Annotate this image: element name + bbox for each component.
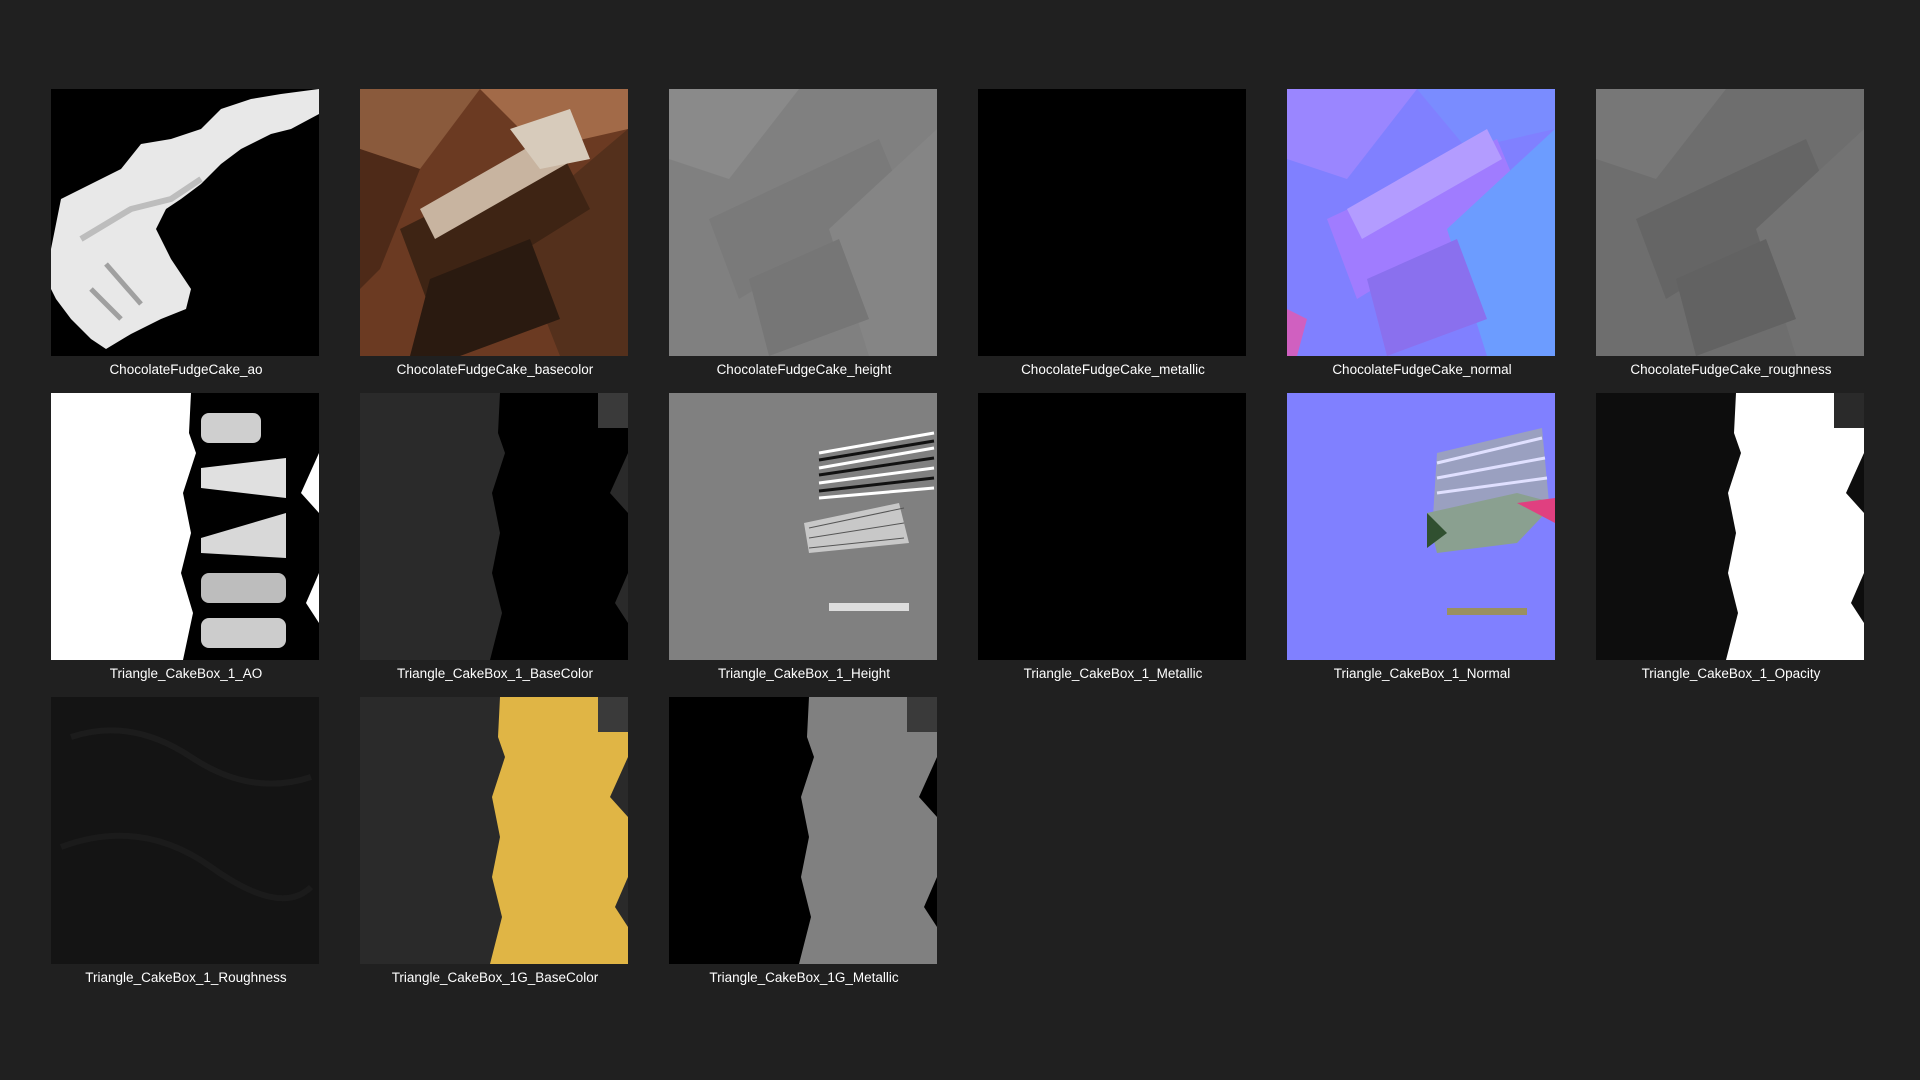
ao-cake-icon (51, 89, 319, 356)
file-tile[interactable]: Triangle_CakeBox_1_Metallic (978, 393, 1288, 688)
file-tile[interactable]: Triangle_CakeBox_1_Height (669, 393, 979, 688)
file-tile[interactable]: Triangle_CakeBox_1G_BaseColor (360, 697, 670, 992)
file-name: ChocolateFudgeCake_basecolor (396, 362, 594, 377)
file-name: Triangle_CakeBox_1_Metallic (1023, 666, 1203, 681)
file-name: Triangle_CakeBox_1G_BaseColor (391, 970, 599, 985)
ao-box-icon (51, 393, 319, 660)
opacity-box-icon (1596, 393, 1864, 660)
metallic-box-icon (978, 393, 1246, 660)
roughness-cake-icon (1596, 89, 1864, 356)
file-name: Triangle_CakeBox_1_Opacity (1641, 666, 1821, 681)
file-tile[interactable]: Triangle_CakeBox_1_Roughness (51, 697, 361, 992)
normal-box-icon (1287, 393, 1555, 660)
file-name: Triangle_CakeBox_1_BaseColor (396, 666, 594, 681)
basecolor-cake-icon (360, 89, 628, 356)
height-cake-icon (669, 89, 937, 356)
roughness-box-icon (51, 697, 319, 964)
file-tile[interactable]: ChocolateFudgeCake_normal (1287, 89, 1597, 384)
file-grid: ChocolateFudgeCake_ao ChocolateFudgeCake… (0, 0, 1920, 1080)
file-tile[interactable]: ChocolateFudgeCake_basecolor (360, 89, 670, 384)
file-name: Triangle_CakeBox_1G_Metallic (709, 970, 899, 985)
metallic-cake-icon (978, 89, 1246, 356)
file-name: ChocolateFudgeCake_metallic (1021, 362, 1205, 377)
file-tile[interactable]: ChocolateFudgeCake_height (669, 89, 979, 384)
file-tile[interactable]: Triangle_CakeBox_1G_Metallic (669, 697, 979, 992)
file-name: ChocolateFudgeCake_ao (109, 362, 263, 377)
file-tile[interactable]: Triangle_CakeBox_1_AO (51, 393, 361, 688)
file-name: ChocolateFudgeCake_roughness (1630, 362, 1832, 377)
normal-cake-icon (1287, 89, 1555, 356)
file-name: Triangle_CakeBox_1_Roughness (85, 970, 287, 985)
file-name: Triangle_CakeBox_1_AO (109, 666, 263, 681)
file-tile[interactable]: Triangle_CakeBox_1_Opacity (1596, 393, 1906, 688)
metallic-box-1g-icon (669, 697, 937, 964)
file-tile[interactable]: Triangle_CakeBox_1_Normal (1287, 393, 1597, 688)
file-tile[interactable]: ChocolateFudgeCake_metallic (978, 89, 1288, 384)
file-name: ChocolateFudgeCake_height (716, 362, 892, 377)
file-name: Triangle_CakeBox_1_Normal (1333, 666, 1511, 681)
file-tile[interactable]: Triangle_CakeBox_1_BaseColor (360, 393, 670, 688)
basecolor-box-1g-icon (360, 697, 628, 964)
file-name: Triangle_CakeBox_1_Height (717, 666, 891, 681)
file-tile[interactable]: ChocolateFudgeCake_ao (51, 89, 361, 384)
height-box-icon (669, 393, 937, 660)
file-name: ChocolateFudgeCake_normal (1332, 362, 1512, 377)
basecolor-box-icon (360, 393, 628, 660)
file-tile[interactable]: ChocolateFudgeCake_roughness (1596, 89, 1906, 384)
